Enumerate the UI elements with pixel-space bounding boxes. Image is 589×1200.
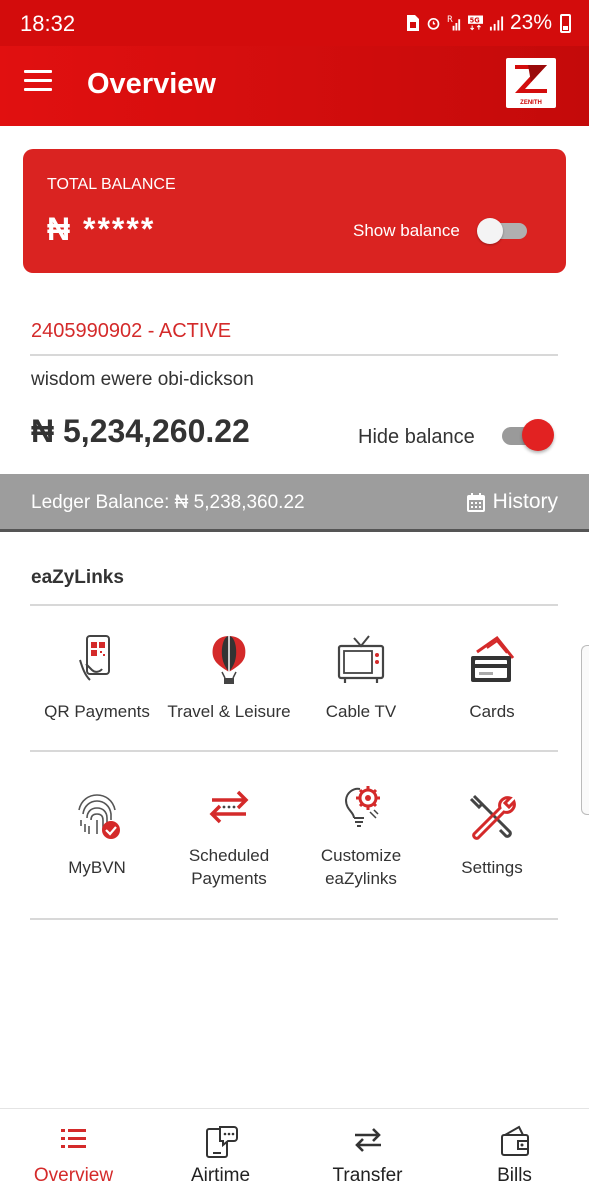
divider [30,750,558,752]
account-balance: ₦ 5,234,260.22 [31,413,250,449]
bottom-nav: Overview Airtime Transfer Bills [0,1108,589,1200]
divider [30,354,558,356]
app-bar: Overview ZENITH [0,46,589,126]
qr-payments-label: QR Payments [44,702,150,721]
nav-overview-label: Overview [33,1165,114,1186]
travel-leisure-link[interactable]: Travel & Leisure [159,634,299,723]
scroll-handle[interactable] [581,645,589,815]
cards-label: Cards [469,702,515,721]
settings-label: Settings [461,858,523,877]
battery-icon [560,13,571,33]
settings-link[interactable]: Settings [422,790,562,879]
account-name: wisdom ewere obi-dickson [31,369,254,390]
qr-phone-icon [79,635,110,681]
tv-icon [337,635,385,683]
qr-payments-link[interactable]: QR Payments [27,634,167,723]
logo-text: ZENITH [520,100,542,106]
cable-tv-label: Cable TV [325,702,397,721]
swap-arrows-icon [354,1128,381,1152]
fingerprint-icon [78,794,120,839]
show-balance-toggle[interactable] [477,218,527,244]
nav-overview[interactable]: Overview [0,1109,147,1200]
status-icons: R 5G 23% [405,11,571,35]
scheduled-payments-label-2: Payments [191,869,267,888]
calendar-icon [466,492,485,512]
customize-label-2: eaZylinks [325,869,397,888]
ledger-balance: Ledger Balance: ₦ 5,238,360.22 [31,492,305,513]
account-number-status[interactable]: 2405990902 - ACTIVE [31,320,231,343]
sim-icon [406,15,419,31]
svg-text:R: R [447,14,453,24]
hide-balance-toggle[interactable] [500,419,554,451]
total-balance-label: TOTAL BALANCE [47,176,176,193]
nav-airtime[interactable]: Airtime [147,1109,294,1200]
nav-bills-label: Bills [497,1165,532,1186]
page-title: Overview [87,68,216,100]
nav-airtime-label: Airtime [190,1165,251,1186]
nav-bills[interactable]: Bills [441,1109,588,1200]
nav-transfer[interactable]: Transfer [294,1109,441,1200]
hot-air-balloon-icon [212,636,246,684]
network-5g-icon: 5G [467,15,483,31]
signal-icon [489,16,504,31]
phone-chat-icon [205,1126,238,1158]
mybvn-link[interactable]: MyBVN [27,790,167,879]
customize-label-1: Customize [320,846,402,865]
battery-percent: 23% [509,11,552,34]
alarm-icon [427,18,440,30]
scheduled-payments-label-1: Scheduled [188,846,270,865]
cards-link[interactable]: Cards [422,634,562,723]
eazylinks-title: eaZyLinks [31,567,124,588]
scheduled-arrows-icon [209,790,249,824]
total-balance-value: ₦ ***** [47,211,156,247]
cards-icon [471,635,515,682]
menu-icon[interactable] [24,70,54,94]
nav-transfer-label: Transfer [332,1165,403,1186]
status-time: 18:32 [20,11,76,36]
bulb-gear-icon [344,786,380,827]
cable-tv-link[interactable]: Cable TV [291,634,431,723]
status-bar: 18:32 R 5G 23% [0,0,589,46]
divider [30,918,558,920]
zenith-logo: ZENITH [506,58,556,108]
customize-eazylinks-link[interactable]: Customize eaZylinks [291,782,431,890]
history-button[interactable]: History [466,490,558,514]
show-balance-label: Show balance [353,221,460,240]
tools-icon [469,794,516,840]
hide-balance-label: Hide balance [358,426,475,448]
signal-r-icon: R [447,14,461,31]
zenith-z-icon [515,65,547,93]
divider [30,604,558,606]
svg-text:5G: 5G [470,17,480,25]
wallet-icon [500,1125,529,1156]
scheduled-payments-link[interactable]: Scheduled Payments [159,782,299,890]
travel-leisure-label: Travel & Leisure [167,702,291,721]
ledger-bar: Ledger Balance: ₦ 5,238,360.22 History [0,474,589,532]
list-icon [60,1129,86,1148]
mybvn-label: MyBVN [68,858,126,877]
history-label: History [492,490,558,513]
total-balance-card: TOTAL BALANCE ₦ ***** Show balance [23,149,566,273]
